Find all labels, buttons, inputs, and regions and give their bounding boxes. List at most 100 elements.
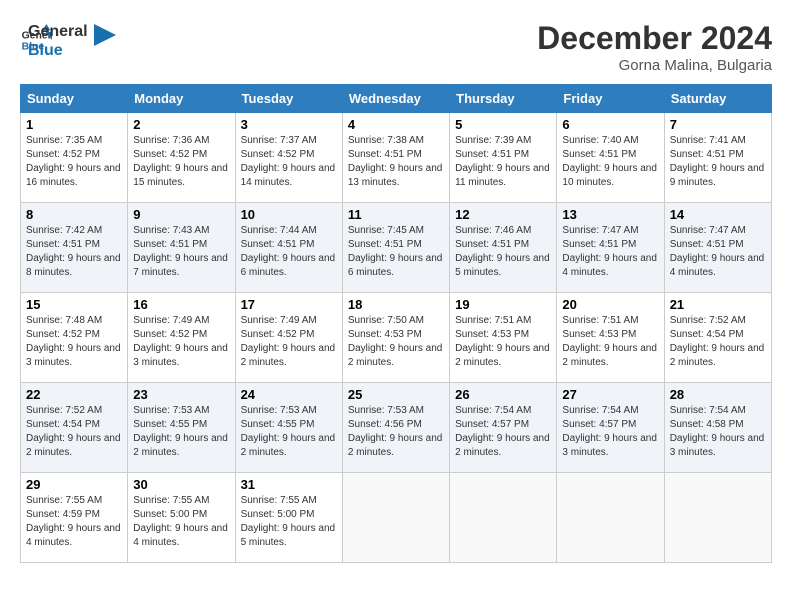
- day-cell: 19Sunrise: 7:51 AM Sunset: 4:53 PM Dayli…: [450, 293, 557, 383]
- day-number: 17: [241, 297, 337, 312]
- day-number: 1: [26, 117, 122, 132]
- day-info: Sunrise: 7:43 AM Sunset: 4:51 PM Dayligh…: [133, 224, 229, 280]
- day-cell: 1 Sunrise: 7:35 AM Sunset: 4:52 PM Daylig…: [21, 113, 128, 203]
- day-info: Sunrise: 7:39 AM Sunset: 4:51 PM Dayligh…: [455, 134, 551, 190]
- day-cell: 12 Sunrise: 7:46 AM Sunset: 4:51 PM Dayli…: [450, 203, 557, 293]
- logo-line1: General: [28, 22, 88, 41]
- day-number: 3: [241, 117, 337, 132]
- day-info: Sunrise: 7:53 AM Sunset: 4:55 PM Dayligh…: [241, 404, 337, 460]
- day-cell: 9 Sunrise: 7:43 AM Sunset: 4:51 PM Daylig…: [128, 203, 235, 293]
- day-info: Sunrise: 7:49 AM Sunset: 4:52 PM Dayligh…: [241, 314, 337, 370]
- day-info: Sunrise: 7:47 AM Sunset: 4:51 PM Dayligh…: [670, 224, 766, 280]
- week-row-3: 15 Sunrise: 7:48 AM Sunset: 4:52 PM Dayli…: [21, 293, 772, 383]
- day-cell: 22Sunrise: 7:52 AM Sunset: 4:54 PM Dayli…: [21, 383, 128, 473]
- day-info: Sunrise: 7:51 AM Sunset: 4:53 PM Dayligh…: [455, 314, 551, 370]
- week-row-2: 8 Sunrise: 7:42 AM Sunset: 4:51 PM Daylig…: [21, 203, 772, 293]
- day-cell: 2 Sunrise: 7:36 AM Sunset: 4:52 PM Daylig…: [128, 113, 235, 203]
- day-info: Sunrise: 7:35 AM Sunset: 4:52 PM Dayligh…: [26, 134, 122, 190]
- day-number: 10: [241, 207, 337, 222]
- day-info: Sunrise: 7:46 AM Sunset: 4:51 PM Dayligh…: [455, 224, 551, 280]
- day-number: 30: [133, 477, 229, 492]
- day-cell: 29 Sunrise: 7:55 AM Sunset: 4:59 PM Dayli…: [21, 473, 128, 563]
- day-cell: 21 Sunrise: 7:52 AM Sunset: 4:54 PM Dayli…: [664, 293, 771, 383]
- day-number: 31: [241, 477, 337, 492]
- day-cell: 16 Sunrise: 7:49 AM Sunset: 4:52 PM Dayli…: [128, 293, 235, 383]
- day-info: Sunrise: 7:45 AM Sunset: 4:51 PM Dayligh…: [348, 224, 444, 280]
- day-cell: 28 Sunrise: 7:54 AM Sunset: 4:58 PM Dayli…: [664, 383, 771, 473]
- day-info: Sunrise: 7:40 AM Sunset: 4:51 PM Dayligh…: [562, 134, 658, 190]
- day-number: 23: [133, 387, 229, 402]
- day-number: 6: [562, 117, 658, 132]
- day-number: 29: [26, 477, 122, 492]
- calendar-table: SundayMondayTuesdayWednesdayThursdayFrid…: [20, 84, 772, 563]
- day-number: 13: [562, 207, 658, 222]
- day-info: Sunrise: 7:54 AM Sunset: 4:57 PM Dayligh…: [562, 404, 658, 460]
- day-number: 11: [348, 207, 444, 222]
- day-cell: 23 Sunrise: 7:53 AM Sunset: 4:55 PM Dayli…: [128, 383, 235, 473]
- day-number: 8: [26, 207, 122, 222]
- day-number: 25: [348, 387, 444, 402]
- day-info: Sunrise: 7:48 AM Sunset: 4:52 PM Dayligh…: [26, 314, 122, 370]
- logo-arrow-icon: [94, 24, 116, 46]
- logo: General Blue General Blue: [20, 20, 116, 60]
- day-info: Sunrise: 7:50 AM Sunset: 4:53 PM Dayligh…: [348, 314, 444, 370]
- day-info: Sunrise: 7:53 AM Sunset: 4:56 PM Dayligh…: [348, 404, 444, 460]
- day-number: 18: [348, 297, 444, 312]
- day-info: Sunrise: 7:55 AM Sunset: 5:00 PM Dayligh…: [241, 494, 337, 550]
- day-number: 12: [455, 207, 551, 222]
- day-cell: [450, 473, 557, 563]
- day-number: 26: [455, 387, 551, 402]
- day-cell: 13 Sunrise: 7:47 AM Sunset: 4:51 PM Dayli…: [557, 203, 664, 293]
- day-cell: 14 Sunrise: 7:47 AM Sunset: 4:51 PM Dayli…: [664, 203, 771, 293]
- day-number: 20: [562, 297, 658, 312]
- day-cell: 11 Sunrise: 7:45 AM Sunset: 4:51 PM Dayli…: [342, 203, 449, 293]
- day-info: Sunrise: 7:49 AM Sunset: 4:52 PM Dayligh…: [133, 314, 229, 370]
- day-number: 9: [133, 207, 229, 222]
- day-info: Sunrise: 7:42 AM Sunset: 4:51 PM Dayligh…: [26, 224, 122, 280]
- page-header: General Blue General Blue December 2024 …: [20, 20, 772, 74]
- day-number: 7: [670, 117, 766, 132]
- day-number: 21: [670, 297, 766, 312]
- day-cell: 8 Sunrise: 7:42 AM Sunset: 4:51 PM Daylig…: [21, 203, 128, 293]
- day-info: Sunrise: 7:37 AM Sunset: 4:52 PM Dayligh…: [241, 134, 337, 190]
- day-cell: 25 Sunrise: 7:53 AM Sunset: 4:56 PM Dayli…: [342, 383, 449, 473]
- week-row-5: 29 Sunrise: 7:55 AM Sunset: 4:59 PM Dayli…: [21, 473, 772, 563]
- day-cell: 4 Sunrise: 7:38 AM Sunset: 4:51 PM Daylig…: [342, 113, 449, 203]
- day-info: Sunrise: 7:44 AM Sunset: 4:51 PM Dayligh…: [241, 224, 337, 280]
- day-number: 14: [670, 207, 766, 222]
- day-info: Sunrise: 7:38 AM Sunset: 4:51 PM Dayligh…: [348, 134, 444, 190]
- header-monday: Monday: [128, 85, 235, 113]
- day-info: Sunrise: 7:54 AM Sunset: 4:58 PM Dayligh…: [670, 404, 766, 460]
- day-cell: 30Sunrise: 7:55 AM Sunset: 5:00 PM Dayli…: [128, 473, 235, 563]
- day-cell: 24 Sunrise: 7:53 AM Sunset: 4:55 PM Dayli…: [235, 383, 342, 473]
- location-subtitle: Gorna Malina, Bulgaria: [537, 57, 772, 74]
- day-cell: 10 Sunrise: 7:44 AM Sunset: 4:51 PM Dayli…: [235, 203, 342, 293]
- day-cell: 5Sunrise: 7:39 AM Sunset: 4:51 PM Daylig…: [450, 113, 557, 203]
- day-cell: [557, 473, 664, 563]
- day-info: Sunrise: 7:36 AM Sunset: 4:52 PM Dayligh…: [133, 134, 229, 190]
- day-cell: 17 Sunrise: 7:49 AM Sunset: 4:52 PM Dayli…: [235, 293, 342, 383]
- day-cell: 7 Sunrise: 7:41 AM Sunset: 4:51 PM Daylig…: [664, 113, 771, 203]
- day-number: 2: [133, 117, 229, 132]
- day-info: Sunrise: 7:54 AM Sunset: 4:57 PM Dayligh…: [455, 404, 551, 460]
- header-tuesday: Tuesday: [235, 85, 342, 113]
- day-number: 28: [670, 387, 766, 402]
- day-number: 15: [26, 297, 122, 312]
- header-sunday: Sunday: [21, 85, 128, 113]
- day-cell: 3 Sunrise: 7:37 AM Sunset: 4:52 PM Daylig…: [235, 113, 342, 203]
- day-info: Sunrise: 7:52 AM Sunset: 4:54 PM Dayligh…: [670, 314, 766, 370]
- day-info: Sunrise: 7:47 AM Sunset: 4:51 PM Dayligh…: [562, 224, 658, 280]
- day-cell: [342, 473, 449, 563]
- day-info: Sunrise: 7:53 AM Sunset: 4:55 PM Dayligh…: [133, 404, 229, 460]
- header-saturday: Saturday: [664, 85, 771, 113]
- day-number: 16: [133, 297, 229, 312]
- day-info: Sunrise: 7:55 AM Sunset: 4:59 PM Dayligh…: [26, 494, 122, 550]
- day-cell: 20Sunrise: 7:51 AM Sunset: 4:53 PM Dayli…: [557, 293, 664, 383]
- day-number: 4: [348, 117, 444, 132]
- day-info: Sunrise: 7:41 AM Sunset: 4:51 PM Dayligh…: [670, 134, 766, 190]
- day-cell: 26 Sunrise: 7:54 AM Sunset: 4:57 PM Dayli…: [450, 383, 557, 473]
- header-row: SundayMondayTuesdayWednesdayThursdayFrid…: [21, 85, 772, 113]
- header-thursday: Thursday: [450, 85, 557, 113]
- day-number: 24: [241, 387, 337, 402]
- day-cell: 15 Sunrise: 7:48 AM Sunset: 4:52 PM Dayli…: [21, 293, 128, 383]
